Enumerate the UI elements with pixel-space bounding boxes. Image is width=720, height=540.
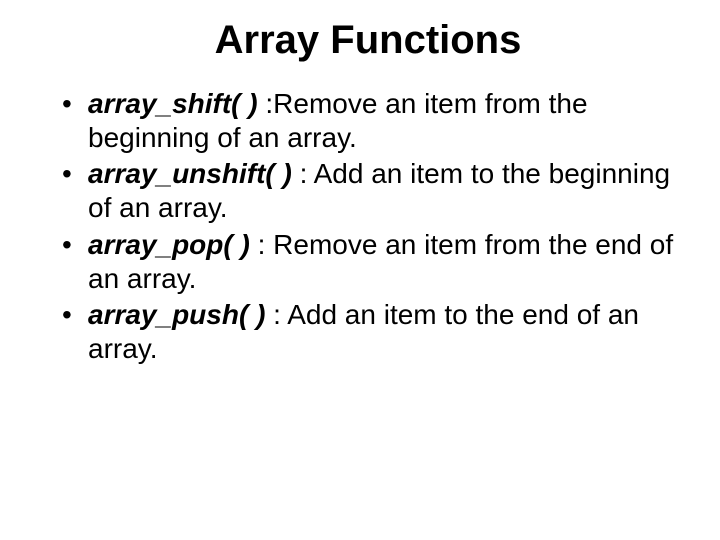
list-item: array_unshift( ) : Add an item to the be… (60, 157, 676, 225)
list-item: array_shift( ) :Remove an item from the … (60, 87, 676, 155)
function-name: array_push( ) (88, 299, 265, 330)
function-name: array_unshift( ) (88, 158, 292, 189)
list-item: array_pop( ) : Remove an item from the e… (60, 228, 676, 296)
function-name: array_shift( ) (88, 88, 258, 119)
slide: Array Functions array_shift( ) :Remove a… (0, 0, 720, 540)
list-item: array_push( ) : Add an item to the end o… (60, 298, 676, 366)
bullet-list: array_shift( ) :Remove an item from the … (60, 87, 676, 366)
function-name: array_pop( ) (88, 229, 250, 260)
slide-title: Array Functions (60, 18, 676, 63)
